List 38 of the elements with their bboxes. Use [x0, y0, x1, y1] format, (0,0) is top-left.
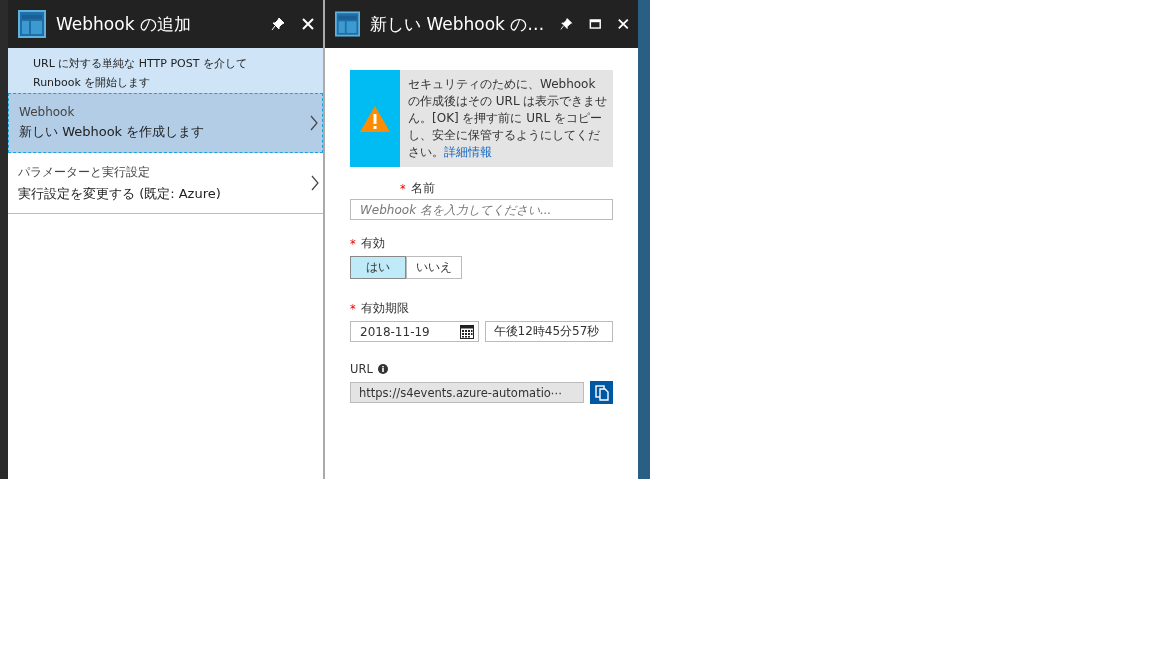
close-icon[interactable]: [617, 17, 630, 31]
blade-icon: [18, 10, 46, 38]
copy-icon: [594, 384, 609, 401]
required-mark: *: [400, 181, 406, 196]
field-label: 有効期限: [360, 301, 409, 316]
blade-description: URL に対する単純な HTTP POST を介して Runbook を開始します: [33, 57, 247, 89]
required-mark: *: [350, 301, 356, 316]
learn-more-link[interactable]: 詳細情報: [444, 145, 492, 159]
blade-title: Webhook の追加: [56, 12, 192, 36]
item-caption: パラメーターと実行設定: [18, 163, 151, 181]
field-label: URL: [350, 362, 373, 376]
name-input[interactable]: Webhook 名を入力してください...: [350, 199, 613, 220]
chevron-icon: [310, 115, 318, 131]
pin-icon[interactable]: [560, 17, 573, 31]
maximize-icon[interactable]: [588, 17, 602, 31]
field-label: 名前: [410, 181, 435, 196]
item-label: 実行設定を変更する (既定: Azure): [18, 184, 222, 203]
warning-message: セキュリティのために、Webhook の作成後はその URL は表示できません。[OK] を押す前に URL をコピーし、安全に保管するようにしてください。詳細情報: [407, 76, 609, 161]
item-label: 新しい Webhook を作成します: [19, 123, 206, 141]
date-field[interactable]: 2018-11-19: [350, 321, 479, 342]
url-field: https://s4events.azure-automatio⋯: [350, 382, 585, 403]
time-field[interactable]: 午後12時45分57秒: [484, 321, 613, 342]
calendar-icon[interactable]: [459, 324, 474, 339]
info-icon[interactable]: [377, 364, 388, 374]
field-label: 有効: [360, 236, 385, 251]
menu-item[interactable]: パラメーターと実行設定 実行設定を変更する (既定: Azure): [8, 153, 323, 214]
chevron-icon: [311, 175, 319, 191]
menu-item[interactable]: Webhook 新しい Webhook を作成します: [8, 93, 323, 153]
required-mark: *: [350, 236, 356, 251]
close-icon[interactable]: [301, 17, 315, 31]
blade-icon: [335, 10, 361, 38]
blade-title: 新しい Webhook の…: [370, 12, 545, 36]
item-caption: Webhook: [19, 105, 76, 119]
pin-icon[interactable]: [271, 17, 285, 31]
toggle-option[interactable]: いいえ: [406, 256, 462, 279]
toggle-option[interactable]: はい: [350, 256, 406, 279]
copy-button[interactable]: [590, 381, 613, 404]
warning-icon: [359, 104, 391, 133]
